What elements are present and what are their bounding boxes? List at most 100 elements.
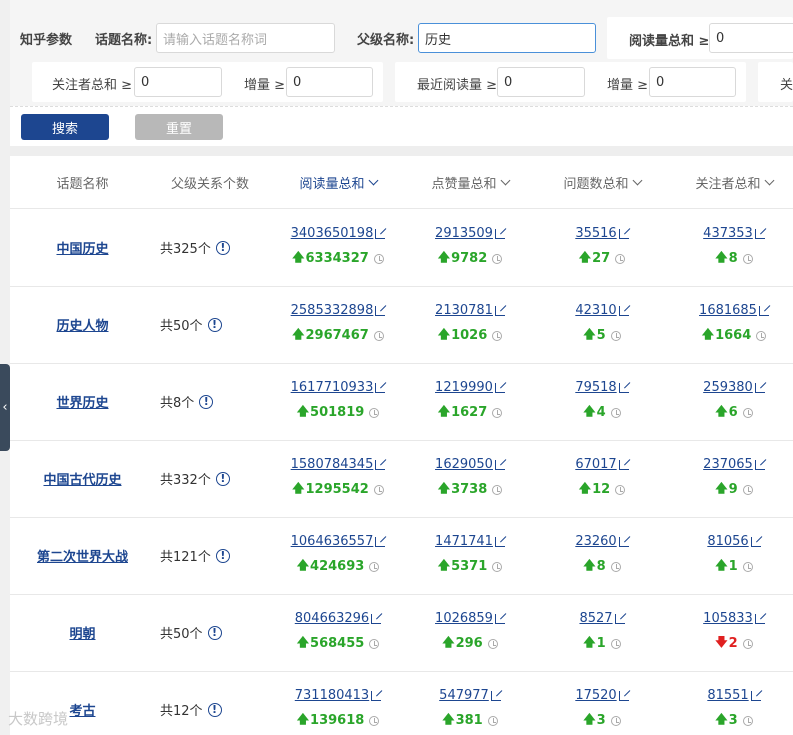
- clock-icon[interactable]: [742, 484, 753, 495]
- topic-name-input[interactable]: 请输入话题名称词: [156, 23, 335, 53]
- like-sum-value-link[interactable]: 1026859: [435, 611, 505, 626]
- clock-icon[interactable]: [492, 407, 503, 418]
- read-sum-value-link[interactable]: 731180413: [295, 688, 382, 703]
- external-link-icon[interactable]: [618, 690, 629, 701]
- external-link-icon[interactable]: [618, 228, 629, 239]
- external-link-icon[interactable]: [375, 459, 386, 470]
- read-sum-value-link[interactable]: 3403650198: [291, 226, 386, 241]
- read-sum-input[interactable]: 0: [709, 23, 793, 53]
- external-link-icon[interactable]: [618, 536, 629, 547]
- info-icon[interactable]: !: [199, 394, 214, 409]
- external-link-icon[interactable]: [618, 305, 629, 316]
- info-icon[interactable]: !: [215, 471, 230, 486]
- external-link-icon[interactable]: [494, 305, 505, 316]
- question-sum-value-link[interactable]: 8527: [579, 611, 625, 626]
- clock-icon[interactable]: [369, 407, 380, 418]
- external-link-icon[interactable]: [494, 382, 505, 393]
- clock-icon[interactable]: [742, 638, 753, 649]
- external-link-icon[interactable]: [754, 459, 765, 470]
- clock-icon[interactable]: [610, 407, 621, 418]
- increment-input-2[interactable]: 0: [649, 67, 736, 97]
- question-sum-value-link[interactable]: 67017: [575, 457, 629, 472]
- external-link-icon[interactable]: [754, 228, 765, 239]
- clock-icon[interactable]: [369, 638, 380, 649]
- read-sum-value-link[interactable]: 1617710933: [291, 380, 386, 395]
- follower-sum-value-link[interactable]: 105833: [703, 611, 765, 626]
- external-link-icon[interactable]: [494, 536, 505, 547]
- clock-icon[interactable]: [756, 330, 767, 341]
- clock-icon[interactable]: [492, 561, 503, 572]
- like-sum-value-link[interactable]: 1219990: [435, 380, 505, 395]
- external-link-icon[interactable]: [375, 228, 386, 239]
- header-follower-sum[interactable]: 关注者总和: [674, 156, 793, 208]
- parent-name-input[interactable]: 历史: [418, 23, 596, 53]
- external-link-icon[interactable]: [618, 459, 629, 470]
- topic-link[interactable]: 世界历史: [56, 392, 108, 411]
- side-collapse-tab[interactable]: ‹: [0, 364, 10, 451]
- external-link-icon[interactable]: [375, 536, 386, 547]
- question-sum-value-link[interactable]: 42310: [575, 303, 629, 318]
- clock-icon[interactable]: [610, 330, 621, 341]
- clock-icon[interactable]: [487, 715, 498, 726]
- external-link-icon[interactable]: [371, 613, 382, 624]
- like-sum-value-link[interactable]: 1629050: [435, 457, 505, 472]
- clock-icon[interactable]: [487, 638, 498, 649]
- external-link-icon[interactable]: [754, 382, 765, 393]
- read-sum-value-link[interactable]: 2585332898: [291, 303, 386, 318]
- clock-icon[interactable]: [742, 253, 753, 264]
- external-link-icon[interactable]: [490, 690, 501, 701]
- topic-link[interactable]: 中国古代历史: [43, 469, 121, 488]
- follower-sum-value-link[interactable]: 237065: [703, 457, 765, 472]
- like-sum-value-link[interactable]: 2913509: [435, 226, 505, 241]
- clock-icon[interactable]: [373, 330, 384, 341]
- external-link-icon[interactable]: [614, 613, 625, 624]
- follower-sum-value-link[interactable]: 81551: [707, 688, 761, 703]
- info-icon[interactable]: !: [207, 625, 222, 640]
- clock-icon[interactable]: [742, 407, 753, 418]
- info-icon[interactable]: !: [207, 702, 222, 717]
- external-link-icon[interactable]: [375, 382, 386, 393]
- topic-link[interactable]: 考古: [69, 700, 95, 719]
- external-link-icon[interactable]: [750, 690, 761, 701]
- like-sum-value-link[interactable]: 547977: [439, 688, 501, 703]
- clock-icon[interactable]: [373, 484, 384, 495]
- read-sum-value-link[interactable]: 1064636557: [291, 534, 386, 549]
- header-read-sum[interactable]: 阅读量总和: [278, 156, 398, 208]
- clock-icon[interactable]: [615, 484, 626, 495]
- read-sum-value-link[interactable]: 1580784345: [291, 457, 386, 472]
- topic-link[interactable]: 第二次世界大战: [37, 546, 128, 565]
- external-link-icon[interactable]: [371, 690, 382, 701]
- read-sum-value-link[interactable]: 804663296: [295, 611, 382, 626]
- topic-link[interactable]: 中国历史: [56, 238, 108, 257]
- header-question-sum[interactable]: 问题数总和: [542, 156, 662, 208]
- follower-sum-value-link[interactable]: 437353: [703, 226, 765, 241]
- topic-link[interactable]: 历史人物: [56, 315, 108, 334]
- question-sum-value-link[interactable]: 79518: [575, 380, 629, 395]
- clock-icon[interactable]: [369, 715, 380, 726]
- search-button[interactable]: 搜索: [21, 114, 109, 140]
- clock-icon[interactable]: [610, 561, 621, 572]
- clock-icon[interactable]: [615, 253, 626, 264]
- clock-icon[interactable]: [492, 330, 503, 341]
- external-link-icon[interactable]: [375, 305, 386, 316]
- clock-icon[interactable]: [742, 715, 753, 726]
- increment-input-1[interactable]: 0: [286, 67, 373, 97]
- question-sum-value-link[interactable]: 23260: [575, 534, 629, 549]
- question-sum-value-link[interactable]: 17520: [575, 688, 629, 703]
- recent-read-input[interactable]: 0: [497, 67, 585, 97]
- like-sum-value-link[interactable]: 1471741: [435, 534, 505, 549]
- external-link-icon[interactable]: [750, 536, 761, 547]
- header-like-sum[interactable]: 点赞量总和: [410, 156, 530, 208]
- follow-sum-input[interactable]: 0: [134, 67, 222, 97]
- follower-sum-value-link[interactable]: 81056: [707, 534, 761, 549]
- external-link-icon[interactable]: [494, 228, 505, 239]
- clock-icon[interactable]: [610, 715, 621, 726]
- info-icon[interactable]: !: [207, 317, 222, 332]
- clock-icon[interactable]: [492, 484, 503, 495]
- clock-icon[interactable]: [492, 253, 503, 264]
- clock-icon[interactable]: [610, 638, 621, 649]
- like-sum-value-link[interactable]: 2130781: [435, 303, 505, 318]
- topic-link[interactable]: 明朝: [69, 623, 95, 642]
- info-icon[interactable]: !: [215, 548, 230, 563]
- external-link-icon[interactable]: [494, 459, 505, 470]
